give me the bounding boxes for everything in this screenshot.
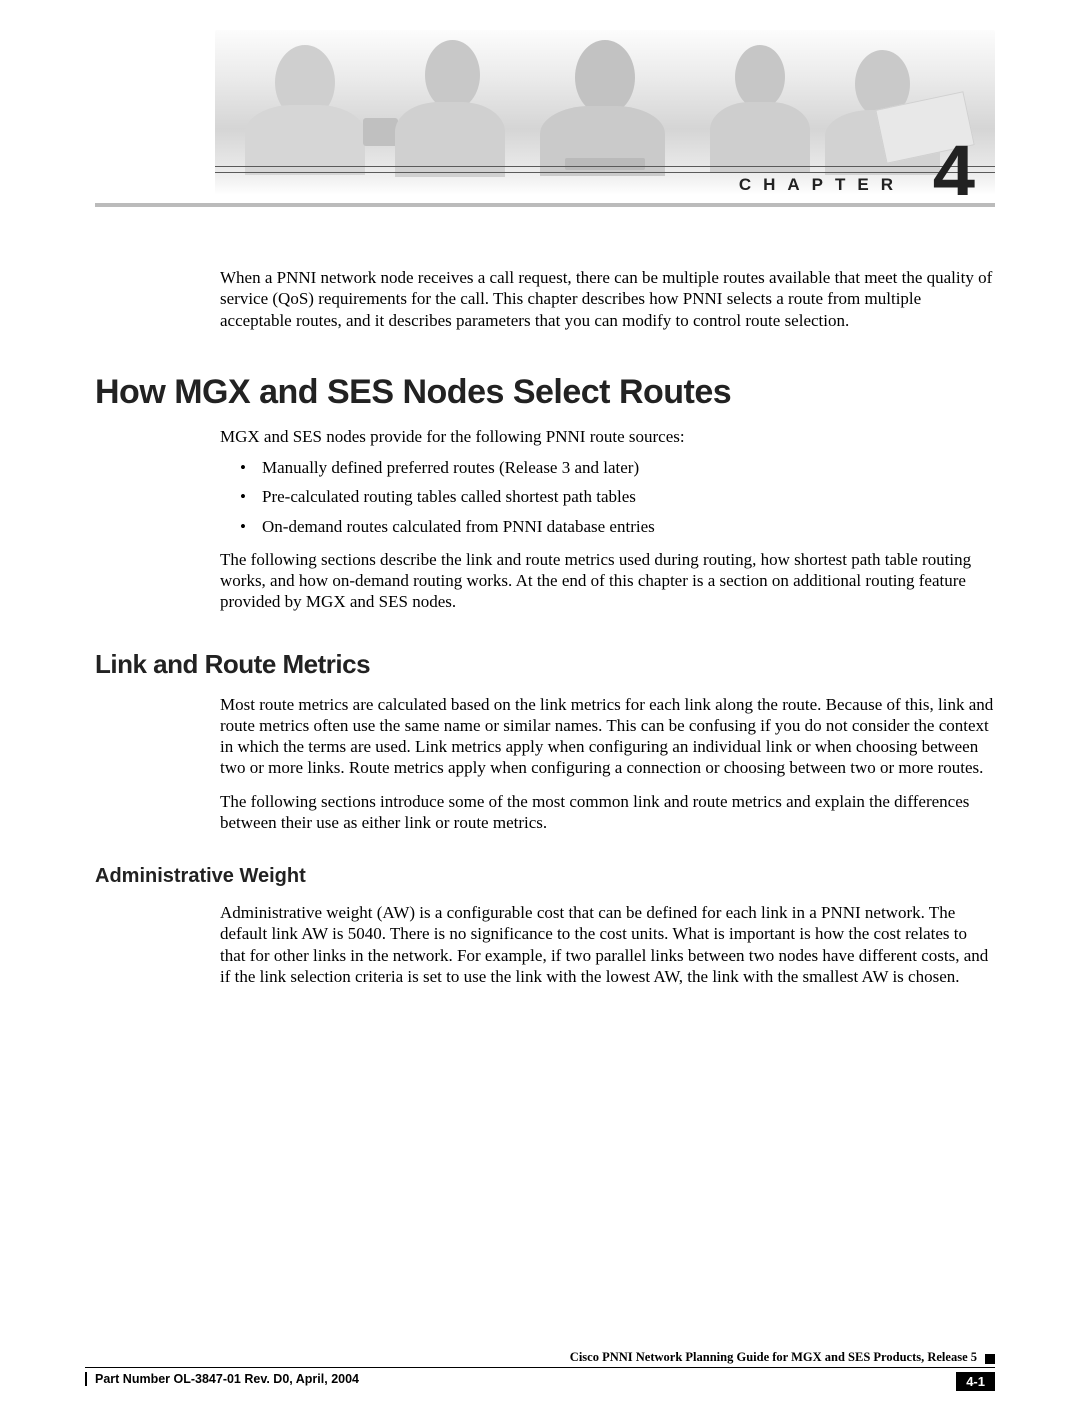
section-heading-1: How MGX and SES Nodes Select Routes [95,373,995,412]
bullet-item: On-demand routes calculated from PNNI da… [240,516,995,537]
bullet-item: Pre-calculated routing tables called sho… [240,486,995,507]
footer-doc-title: Cisco PNNI Network Planning Guide for MG… [570,1350,977,1365]
footer-marker-icon [985,1354,995,1364]
bullet-list: Manually defined preferred routes (Relea… [240,457,995,537]
page-number: 4-1 [956,1372,995,1391]
intro-paragraph: When a PNNI network node receives a call… [220,267,995,331]
document-page: CHAPTER 4 Planning Intermediate Route Se… [0,30,1080,1427]
banner-illustration [215,30,995,195]
chapter-label: CHAPTER [739,175,905,195]
banner-rule [215,166,995,167]
paragraph: The following sections describe the link… [220,549,995,613]
paragraph: Administrative weight (AW) is a configur… [220,902,995,987]
footer-part-number: Part Number OL-3847-01 Rev. D0, April, 2… [95,1372,359,1386]
bullet-item: Manually defined preferred routes (Relea… [240,457,995,478]
paragraph: MGX and SES nodes provide for the follow… [220,426,995,447]
paragraph: Most route metrics are calculated based … [220,694,995,779]
section-heading-2: Link and Route Metrics [95,649,995,680]
paragraph: The following sections introduce some of… [220,791,995,834]
chapter-banner: CHAPTER 4 [215,30,995,195]
page-footer: Cisco PNNI Network Planning Guide for MG… [85,1350,995,1391]
title-rule [95,203,995,207]
banner-rule [215,172,995,173]
footer-rule [85,1367,995,1368]
section-heading-3: Administrative Weight [95,865,995,888]
chapter-number: 4 [933,135,975,195]
footer-tick-icon [85,1372,87,1386]
